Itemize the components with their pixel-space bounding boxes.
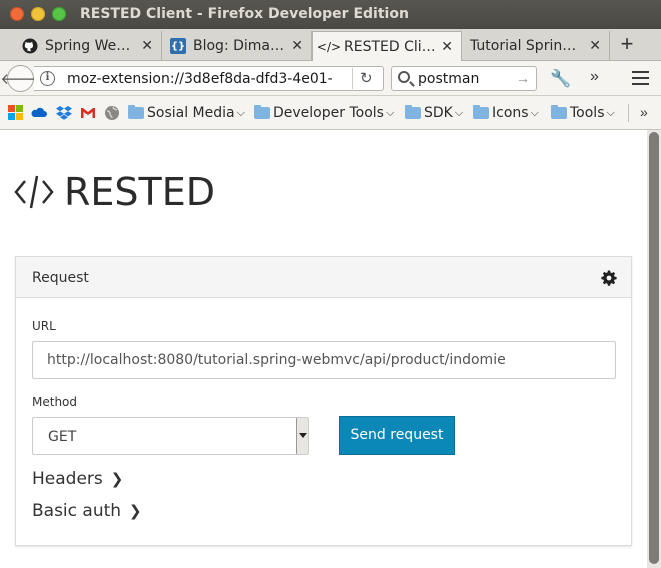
tab-close-icon[interactable]: ✕ xyxy=(291,38,303,54)
bookmarks-overflow-icon[interactable]: » xyxy=(640,104,648,120)
folder-icon xyxy=(128,105,144,119)
window-minimize-button[interactable] xyxy=(31,7,45,21)
window-title: RESTED Client - Firefox Developer Editio… xyxy=(80,6,409,22)
bookmarks-bar: Sosial Media ⌵ Developer Tools ⌵ SDK ⌵ I… xyxy=(0,96,661,130)
folder-icon xyxy=(405,105,421,119)
hamburger-menu-icon[interactable] xyxy=(632,71,649,85)
info-icon[interactable]: i xyxy=(40,71,55,86)
scrollbar-thumb[interactable] xyxy=(649,132,659,564)
chevron-down-icon: ⌵ xyxy=(385,106,395,119)
chevron-right-icon: ❯ xyxy=(110,470,124,488)
search-box[interactable]: postman → xyxy=(391,66,537,91)
window-maximize-button[interactable] xyxy=(52,7,66,21)
folder-icon xyxy=(254,105,270,119)
tab-blog[interactable]: {} Blog: Dima… ✕ xyxy=(162,31,312,61)
tab-strip: Spring We… ✕ {} Blog: Dima… ✕ </> RESTED… xyxy=(0,29,661,62)
dropbox-icon[interactable] xyxy=(56,105,72,121)
github-icon xyxy=(22,38,38,54)
gear-icon[interactable] xyxy=(601,270,617,286)
bookmarks-separator xyxy=(628,104,629,122)
back-button[interactable]: 🡐 xyxy=(0,65,41,92)
folder-icon xyxy=(551,105,567,119)
bookmark-label: Developer Tools xyxy=(273,105,384,121)
tab-close-icon[interactable]: ✕ xyxy=(589,38,601,54)
wrench-icon[interactable]: 🔧 xyxy=(550,69,571,89)
tab-label: Blog: Dima… xyxy=(193,38,284,54)
app-logo: RESTED xyxy=(14,170,215,214)
headers-toggle[interactable]: Headers ❯ xyxy=(32,469,123,489)
panel-title: Request xyxy=(32,270,89,286)
onedrive-icon[interactable] xyxy=(31,105,47,121)
chevron-down-icon: ⌵ xyxy=(454,106,464,119)
tab-close-icon[interactable]: ✕ xyxy=(141,38,153,54)
tab-close-icon[interactable]: ✕ xyxy=(441,39,453,55)
bookmark-folder-sdk[interactable]: SDK ⌵ xyxy=(405,103,463,123)
window-titlebar: RESTED Client - Firefox Developer Editio… xyxy=(0,0,661,29)
request-url-input[interactable]: http://localhost:8080/tutorial.spring-we… xyxy=(32,341,616,379)
headers-label: Headers xyxy=(32,469,103,489)
bookmark-label: Tools xyxy=(570,105,605,121)
bookmark-label: SDK xyxy=(424,105,453,121)
search-input[interactable]: postman xyxy=(418,71,479,87)
globe-icon[interactable] xyxy=(104,105,120,121)
overflow-chevron-icon[interactable]: » xyxy=(590,68,599,86)
method-select[interactable]: GET xyxy=(32,417,309,455)
tab-rested-client[interactable]: </> RESTED Cli… ✕ xyxy=(312,31,462,62)
page-scrollbar[interactable] xyxy=(647,130,661,568)
url-bar[interactable]: i moz-extension://3d8ef8da-dfd3-4e01- ↻ xyxy=(34,66,384,91)
search-go-icon[interactable]: → xyxy=(516,70,530,86)
url-text[interactable]: moz-extension://3d8ef8da-dfd3-4e01- xyxy=(67,71,337,87)
method-value: GET xyxy=(48,429,77,445)
bookmark-folder-tools[interactable]: Tools ⌵ xyxy=(551,103,615,123)
navigation-bar: 🡐 i moz-extension://3d8ef8da-dfd3-4e01- … xyxy=(0,61,661,96)
request-panel: Request URL http://localhost:8080/tutori… xyxy=(15,256,632,546)
page-content: RESTED Request URL http://localhost:8080… xyxy=(0,130,661,568)
tab-label: Tutorial Sprin… xyxy=(470,38,577,54)
chevron-down-icon: ⌵ xyxy=(236,106,245,119)
url-separator xyxy=(352,68,353,89)
basic-auth-toggle[interactable]: Basic auth ❯ xyxy=(32,501,142,521)
chevron-down-icon: ⌵ xyxy=(606,106,615,119)
tab-label: Spring We… xyxy=(45,38,131,54)
bookmark-label: Icons xyxy=(492,105,529,121)
code-icon: </> xyxy=(316,40,342,54)
url-label: URL xyxy=(32,319,56,333)
chevron-down-icon: ⌵ xyxy=(530,106,539,119)
bookmark-label: Sosial Media xyxy=(147,105,235,121)
request-panel-header: Request xyxy=(16,257,631,298)
reload-icon[interactable]: ↻ xyxy=(360,69,373,87)
chevron-right-icon: ❯ xyxy=(129,502,142,520)
tab-spring-web[interactable]: Spring We… ✕ xyxy=(14,31,162,61)
search-icon xyxy=(398,71,410,83)
bookmark-folder-developer-tools[interactable]: Developer Tools ⌵ xyxy=(254,103,394,123)
bookmark-folder-sosial-media[interactable]: Sosial Media ⌵ xyxy=(128,103,245,123)
dropdown-arrow-icon[interactable] xyxy=(296,418,308,454)
folder-icon xyxy=(473,105,489,119)
code-brackets-icon xyxy=(14,175,54,209)
basic-auth-label: Basic auth xyxy=(32,501,122,521)
window-close-button[interactable] xyxy=(10,7,24,21)
bookmark-folder-icons[interactable]: Icons ⌵ xyxy=(473,103,539,123)
blog-icon: {} xyxy=(170,38,186,54)
new-tab-button[interactable]: + xyxy=(612,31,642,57)
send-request-button[interactable]: Send request xyxy=(339,416,455,455)
gmail-icon[interactable] xyxy=(80,105,96,121)
tab-label: RESTED Cli… xyxy=(344,39,436,55)
tab-tutorial-spring[interactable]: Tutorial Sprin… ✕ xyxy=(462,31,610,61)
app-title: RESTED xyxy=(64,170,216,214)
windows-icon[interactable] xyxy=(8,105,24,121)
method-label: Method xyxy=(32,395,78,409)
